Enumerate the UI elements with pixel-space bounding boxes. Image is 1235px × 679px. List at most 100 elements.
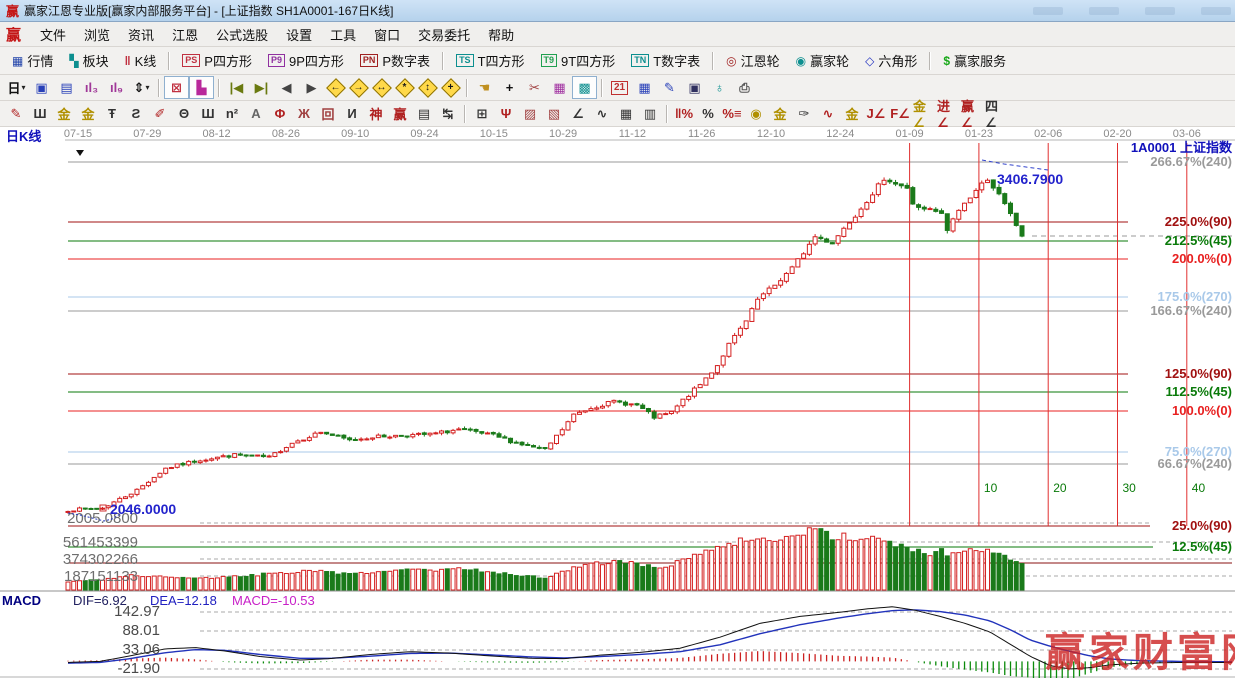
- percent-tool[interactable]: %: [696, 102, 720, 125]
- gann-fan-circle-tool[interactable]: Φ: [268, 102, 292, 125]
- p9-square-button[interactable]: P99P四方形: [263, 48, 349, 73]
- win-grid-tool[interactable]: 赢: [388, 102, 412, 125]
- t-number-table-button[interactable]: TNT数字表: [626, 48, 705, 73]
- quotes-button[interactable]: ▦行情: [7, 48, 58, 73]
- notes-button[interactable]: ✎: [657, 76, 682, 99]
- si-angle-tool[interactable]: 四∠: [984, 102, 1008, 125]
- hatch-tool-2[interactable]: Ш: [196, 102, 220, 125]
- brush-tool[interactable]: ✐: [148, 102, 172, 125]
- price-grid-tool[interactable]: ▤: [412, 102, 436, 125]
- dynamic-quote-icon[interactable]: ▣: [29, 76, 54, 99]
- measure-tool[interactable]: ✂: [522, 76, 547, 99]
- menu-help[interactable]: 帮助: [479, 22, 523, 47]
- calculator-button[interactable]: ▦: [632, 76, 657, 99]
- shift-left-diamond[interactable]: ←: [324, 77, 347, 98]
- expand-horizontal-diamond[interactable]: ↔: [370, 77, 393, 98]
- color-histogram-toggle[interactable]: ▙: [189, 76, 214, 99]
- menu-trade-entrust[interactable]: 交易委托: [409, 22, 479, 47]
- star-grid-tool[interactable]: Ж: [292, 102, 316, 125]
- pattern-toggle[interactable]: ⊠: [164, 76, 189, 99]
- save-button[interactable]: ▣: [682, 76, 707, 99]
- grid-tool[interactable]: ▦: [547, 76, 572, 99]
- menu-browse[interactable]: 浏览: [75, 22, 119, 47]
- p-number-table-button[interactable]: PNP数字表: [355, 48, 435, 73]
- draw-pen-tool[interactable]: ✎: [4, 102, 28, 125]
- next-button[interactable]: ▶: [299, 76, 324, 99]
- maze-tool[interactable]: ▩: [572, 76, 597, 99]
- web-share-button[interactable]: ♁: [707, 76, 732, 99]
- vertical-grid-tool[interactable]: ▥: [638, 102, 662, 125]
- shen-grid-tool[interactable]: 神: [364, 102, 388, 125]
- winner-wheel-button[interactable]: ◉赢家轮: [791, 48, 855, 73]
- zigzag-tool[interactable]: И: [340, 102, 364, 125]
- sectors-button[interactable]: ▚板块: [64, 48, 113, 73]
- t-square-button[interactable]: TST四方形: [451, 48, 529, 73]
- matrix-grid-tool[interactable]: ▦: [614, 102, 638, 125]
- hatch-tool[interactable]: Ш: [28, 102, 52, 125]
- angle-a-tool[interactable]: A: [244, 102, 268, 125]
- first-page-button[interactable]: |◀: [224, 76, 249, 99]
- shift-right-diamond[interactable]: →: [347, 77, 370, 98]
- winner-service-button[interactable]: $赢家服务: [938, 48, 1011, 73]
- period-day-selector[interactable]: 日▾: [4, 76, 29, 99]
- f-angle-tool[interactable]: F∠: [888, 102, 912, 125]
- ray-fan-tool[interactable]: Ψ: [494, 102, 518, 125]
- menu-tools[interactable]: 工具: [321, 22, 365, 47]
- pan-hand-tool[interactable]: ☚: [472, 76, 497, 99]
- prev-button[interactable]: ◀: [274, 76, 299, 99]
- gold-circle-tool[interactable]: ◉: [744, 102, 768, 125]
- diag-grid-tool-1[interactable]: ▨: [518, 102, 542, 125]
- toolbar-separator: [464, 105, 466, 123]
- percent-bars-tool[interactable]: ‖%: [672, 102, 696, 125]
- p-square-button[interactable]: PSP四方形: [177, 48, 257, 73]
- expand-vertical-diamond[interactable]: ↕: [416, 77, 439, 98]
- span-tool[interactable]: ↹: [436, 102, 460, 125]
- diag-grid-tool-2[interactable]: ▧: [542, 102, 566, 125]
- crosshair-tool[interactable]: +: [497, 76, 522, 99]
- menu-settings[interactable]: 设置: [277, 22, 321, 47]
- calendar-button[interactable]: 21: [607, 76, 632, 99]
- candle-brush-tool[interactable]: ✑: [792, 102, 816, 125]
- spiral-tool[interactable]: Ƨ: [124, 102, 148, 125]
- toolbar-separator: [158, 79, 160, 97]
- print-button[interactable]: ⎙: [732, 76, 757, 99]
- j-angle-tool[interactable]: J∠: [864, 102, 888, 125]
- menu-gann[interactable]: 江恩: [163, 22, 207, 47]
- mini-chart-9-icon[interactable]: ıl₉: [104, 76, 129, 99]
- square-spiral-tool[interactable]: 回: [316, 102, 340, 125]
- title-bar[interactable]: 赢 赢家江恩专业版[赢家内部服务平台] - [上证指数 SH1A0001-167…: [0, 0, 1235, 22]
- cycle-circle-tool[interactable]: Θ: [172, 102, 196, 125]
- compress-diamond[interactable]: *: [393, 77, 416, 98]
- chart-canvas[interactable]: 07-1507-2908-1208-2609-1009-2410-1510-29…: [0, 127, 1235, 679]
- hexagon-button[interactable]: ◇六角形: [860, 48, 922, 73]
- menu-window[interactable]: 窗口: [365, 22, 409, 47]
- gold-line-tool[interactable]: 金: [768, 102, 792, 125]
- gann-wheel-button[interactable]: ◎江恩轮: [721, 48, 785, 73]
- application-window: 赢 赢家江恩专业版[赢家内部服务平台] - [上证指数 SH1A0001-167…: [0, 0, 1235, 679]
- angle-lines-tool[interactable]: ∠: [566, 102, 590, 125]
- square-of-nine-tool[interactable]: n²: [220, 102, 244, 125]
- red-wave-tool[interactable]: ∿: [816, 102, 840, 125]
- date-tick-label: 09-24: [410, 128, 438, 140]
- win-angle-tool[interactable]: 赢∠: [960, 102, 984, 125]
- macd-axis-label: 142.97: [114, 603, 160, 620]
- box-pattern-tool[interactable]: ⊞: [470, 102, 494, 125]
- menu-file[interactable]: 文件: [31, 22, 75, 47]
- jin-angle-tool[interactable]: 进∠: [936, 102, 960, 125]
- gold-angle-tool[interactable]: 金∠: [912, 102, 936, 125]
- candle-style-selector[interactable]: ⇕▾: [129, 76, 154, 99]
- gold-box-tool[interactable]: 金: [840, 102, 864, 125]
- menu-formula-stock-pick[interactable]: 公式选股: [207, 22, 277, 47]
- mini-chart-3-icon[interactable]: ıl₃: [79, 76, 104, 99]
- last-page-button[interactable]: ▶|: [249, 76, 274, 99]
- gold-hatch-tool-2[interactable]: 金: [76, 102, 100, 125]
- menu-news[interactable]: 资讯: [119, 22, 163, 47]
- info-f10-icon[interactable]: ▤: [54, 76, 79, 99]
- kline-button[interactable]: ‖K线: [120, 48, 162, 73]
- wave-tool[interactable]: ∿: [590, 102, 614, 125]
- percent-line-tool[interactable]: %≡: [720, 102, 744, 125]
- expand-all-diamond[interactable]: +: [439, 77, 462, 98]
- t-marks-tool[interactable]: Ŧ: [100, 102, 124, 125]
- gold-hatch-tool-1[interactable]: 金: [52, 102, 76, 125]
- t9-square-button[interactable]: T99T四方形: [536, 48, 621, 73]
